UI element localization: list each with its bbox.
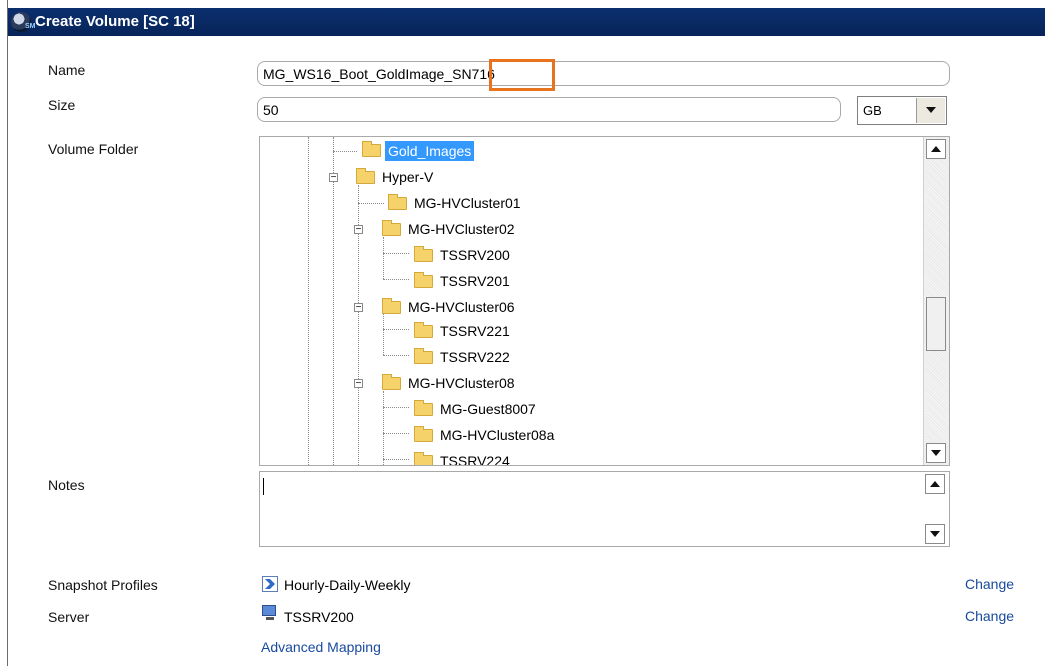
tree-guide-line <box>383 433 409 434</box>
tree-guide-line <box>383 355 409 356</box>
chevron-down-icon <box>926 107 936 113</box>
folder-icon <box>382 220 401 236</box>
tree-node-label: MG-HVCluster02 <box>408 221 515 237</box>
server-label: Server <box>48 609 90 625</box>
tree-node-gold-images[interactable]: Gold_Images <box>358 141 618 161</box>
collapse-toggle-icon[interactable]: − <box>354 225 363 235</box>
tree-guide-line <box>383 279 409 280</box>
folder-icon <box>356 168 375 184</box>
change-server-link[interactable]: Change <box>965 608 1014 624</box>
notes-textarea[interactable] <box>259 471 950 547</box>
scroll-up-button[interactable] <box>926 139 946 159</box>
folder-icon <box>414 348 433 364</box>
name-input-value: MG_WS16_Boot_GoldImage_SN716 <box>263 66 495 82</box>
size-input[interactable]: 50 <box>257 97 841 122</box>
tree-node-hyper-v[interactable]: Hyper-V <box>356 167 618 187</box>
scroll-up-button[interactable] <box>925 474 945 494</box>
tree-guide-line <box>383 329 409 330</box>
snapshot-profiles-value: Hourly-Daily-Weekly <box>284 577 411 593</box>
snapshot-profiles-label: Snapshot Profiles <box>48 577 158 593</box>
folder-icon <box>388 194 407 210</box>
tree-node-label: MG-Guest8007 <box>440 401 536 417</box>
collapse-toggle-icon[interactable]: − <box>329 173 338 183</box>
sm-badge-icon: SM <box>25 23 36 30</box>
folder-icon <box>414 426 433 442</box>
scroll-down-button[interactable] <box>925 524 945 544</box>
tree-node-mg-hvcluster08[interactable]: MG-HVCluster08 <box>382 373 644 393</box>
advanced-mapping-link[interactable]: Advanced Mapping <box>261 639 381 655</box>
name-label: Name <box>48 62 86 78</box>
tree-node-mg-hvcluster06[interactable]: MG-HVCluster06 <box>382 297 644 317</box>
text-caret <box>263 478 264 495</box>
size-label: Size <box>48 97 76 113</box>
tree-node-label: TSSRV221 <box>440 323 510 339</box>
size-unit-select[interactable]: GB <box>857 96 947 125</box>
folder-icon <box>382 298 401 314</box>
tree-scrollbar[interactable] <box>923 137 949 465</box>
tree-node-tssrv201[interactable]: TSSRV201 <box>410 271 670 291</box>
volume-folder-tree[interactable]: Gold_Images − Hyper-V MG-HVCluster01 − M… <box>259 136 950 466</box>
folder-icon <box>382 374 401 390</box>
folder-icon <box>414 452 433 465</box>
server-value: TSSRV200 <box>284 609 354 625</box>
folder-icon <box>362 141 381 157</box>
chevron-up-icon <box>931 146 941 152</box>
tree-node-tssrv200[interactable]: TSSRV200 <box>410 245 670 265</box>
tree-node-mg-hvcluster01[interactable]: MG-HVCluster01 <box>384 193 644 213</box>
tree-node-label: MG-HVCluster08 <box>408 375 515 391</box>
change-snapshot-profiles-link[interactable]: Change <box>965 576 1014 592</box>
server-icon <box>262 605 276 620</box>
tree-node-mg-guest8007[interactable]: MG-Guest8007 <box>410 399 670 419</box>
tree-guide-line <box>383 237 384 279</box>
folder-icon <box>414 246 433 262</box>
chevron-down-icon <box>931 450 941 456</box>
folder-icon <box>414 400 433 416</box>
tree-guide-line <box>383 459 409 460</box>
tree-node-tssrv224[interactable]: TSSRV224 <box>410 451 670 466</box>
tree-guide-line <box>383 253 409 254</box>
snapshot-profile-icon <box>262 576 278 592</box>
tree-node-mg-hvcluster08a[interactable]: MG-HVCluster08a <box>410 425 670 445</box>
tree-node-mg-hvcluster02[interactable]: MG-HVCluster02 <box>382 219 644 239</box>
collapse-toggle-icon[interactable]: − <box>354 303 363 313</box>
tree-node-label: TSSRV222 <box>440 349 510 365</box>
tree-guide-line <box>358 203 384 204</box>
size-unit-value: GB <box>863 103 882 118</box>
tree-node-label: MG-HVCluster06 <box>408 299 515 315</box>
name-input[interactable]: MG_WS16_Boot_GoldImage_SN716 <box>257 61 950 86</box>
dropdown-button[interactable] <box>916 98 945 123</box>
volume-folder-label: Volume Folder <box>48 141 139 157</box>
tree-guide-line <box>333 137 334 465</box>
chevron-down-icon <box>930 531 940 537</box>
collapse-toggle-icon[interactable]: − <box>354 379 363 389</box>
title-bar: SM Create Volume [SC 18] <box>8 8 1045 36</box>
tree-node-label: TSSRV201 <box>440 273 510 289</box>
scroll-thumb[interactable] <box>926 297 946 351</box>
notes-label: Notes <box>48 477 85 493</box>
tree-node-label: Hyper-V <box>382 169 434 185</box>
tree-guide-line <box>383 313 384 355</box>
scroll-down-button[interactable] <box>926 443 946 463</box>
tree-node-label: TSSRV200 <box>440 247 510 263</box>
tree-guide-line <box>383 391 384 465</box>
folder-icon <box>414 272 433 288</box>
tree-guide-line <box>383 407 409 408</box>
window-title: Create Volume [SC 18] <box>35 13 195 30</box>
notes-scrollbar[interactable] <box>923 472 949 546</box>
tree-guide-line <box>308 137 309 465</box>
tree-node-label: MG-HVCluster08a <box>440 427 555 443</box>
tree-node-tssrv222[interactable]: TSSRV222 <box>410 347 670 367</box>
tree-node-tssrv221[interactable]: TSSRV221 <box>410 321 670 341</box>
size-input-value: 50 <box>263 102 279 118</box>
folder-icon <box>414 322 433 338</box>
tree-node-label: Gold_Images <box>385 141 475 161</box>
highlight-annotation <box>489 59 555 91</box>
tree-guide-line <box>333 151 357 152</box>
tree-node-label: TSSRV224 <box>440 453 510 466</box>
chevron-up-icon <box>930 481 940 487</box>
tree-node-label: MG-HVCluster01 <box>414 195 521 211</box>
